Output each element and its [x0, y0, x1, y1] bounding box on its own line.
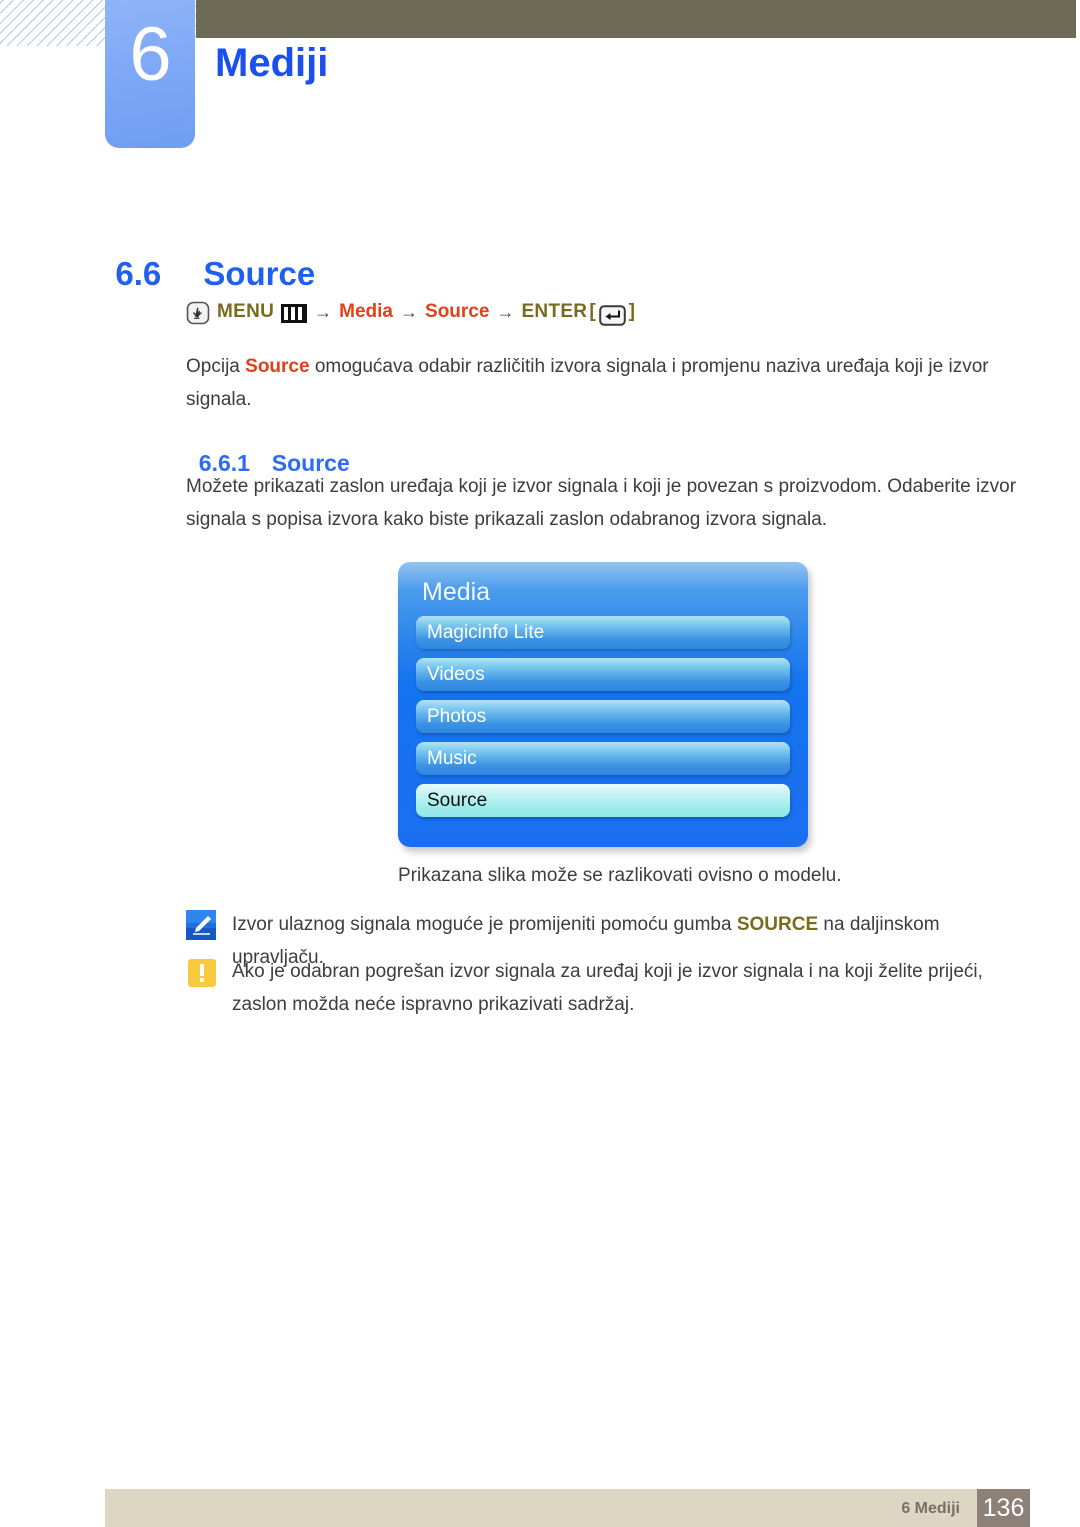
intro-highlight-source: Source	[245, 356, 310, 377]
chapter-number-block: 6	[105, 0, 195, 148]
osd-item-source[interactable]: Source	[416, 784, 790, 817]
intro-paragraph: Opcija Source omogućava odabir različiti…	[186, 350, 1016, 416]
footer-bar	[105, 1489, 1030, 1527]
section-title: Source	[203, 255, 316, 292]
note-pencil-icon	[186, 910, 216, 940]
path-item-media: Media	[339, 301, 394, 322]
path-arrow-3: →	[496, 301, 515, 322]
bracket-close: ]	[628, 301, 635, 322]
note-text-before: Ako je odabran pogrešan izvor signala za…	[232, 961, 983, 1015]
header-olive-bar	[196, 0, 1076, 38]
osd-item-label: Music	[427, 747, 477, 769]
osd-menu-panel: Media Magicinfo Lite Videos Photos Music…	[398, 562, 808, 847]
path-arrow-2: →	[400, 301, 419, 322]
osd-item-videos[interactable]: Videos	[416, 658, 790, 691]
note-item: Ako je odabran pogrešan izvor signala za…	[186, 955, 1026, 1021]
osd-item-music[interactable]: Music	[416, 742, 790, 775]
path-item-source: Source	[425, 301, 490, 322]
menu-bars-icon	[281, 303, 308, 323]
hand-click-icon	[186, 301, 210, 325]
enter-label: ENTER	[521, 301, 588, 322]
osd-item-magicinfo-lite[interactable]: Magicinfo Lite	[416, 616, 790, 649]
page-number: 136	[982, 1494, 1025, 1522]
path-arrow-1: →	[314, 301, 333, 322]
osd-item-label: Photos	[427, 705, 487, 727]
menu-path-breadcrumb: MENU → Media → Source → ENTER [ ]	[186, 300, 635, 326]
footer-page-box: 136	[977, 1489, 1030, 1527]
footer-chapter-label: 6 Mediji	[901, 1500, 960, 1517]
warning-exclamation-icon	[188, 959, 216, 987]
osd-item-photos[interactable]: Photos	[416, 700, 790, 733]
osd-item-label: Videos	[427, 663, 485, 685]
note-text-before: Izvor ulaznog signala moguće je promijen…	[232, 914, 737, 935]
osd-menu-title: Media	[422, 578, 491, 606]
osd-item-label: Source	[427, 789, 488, 811]
bracket-open: [	[589, 301, 596, 322]
menu-label: MENU	[217, 301, 275, 322]
description-paragraph: Možete prikazati zaslon uređaja koji je …	[186, 476, 1017, 530]
note-text: Ako je odabran pogrešan izvor signala za…	[232, 955, 1026, 1021]
osd-item-label: Magicinfo Lite	[427, 621, 545, 643]
intro-text-before: Opcija	[186, 356, 246, 377]
osd-caption: Prikazana slika može se razlikovati ovis…	[398, 865, 842, 886]
chapter-title: Mediji	[215, 41, 329, 85]
chapter-number: 6	[129, 12, 171, 97]
subsection-heading: 6.6.1 Source	[186, 418, 350, 478]
section-number: 6.6	[115, 255, 162, 292]
enter-key-icon	[598, 304, 626, 326]
section-heading: 6.6 Source	[97, 214, 315, 294]
note-highlight-source: SOURCE	[736, 914, 819, 935]
